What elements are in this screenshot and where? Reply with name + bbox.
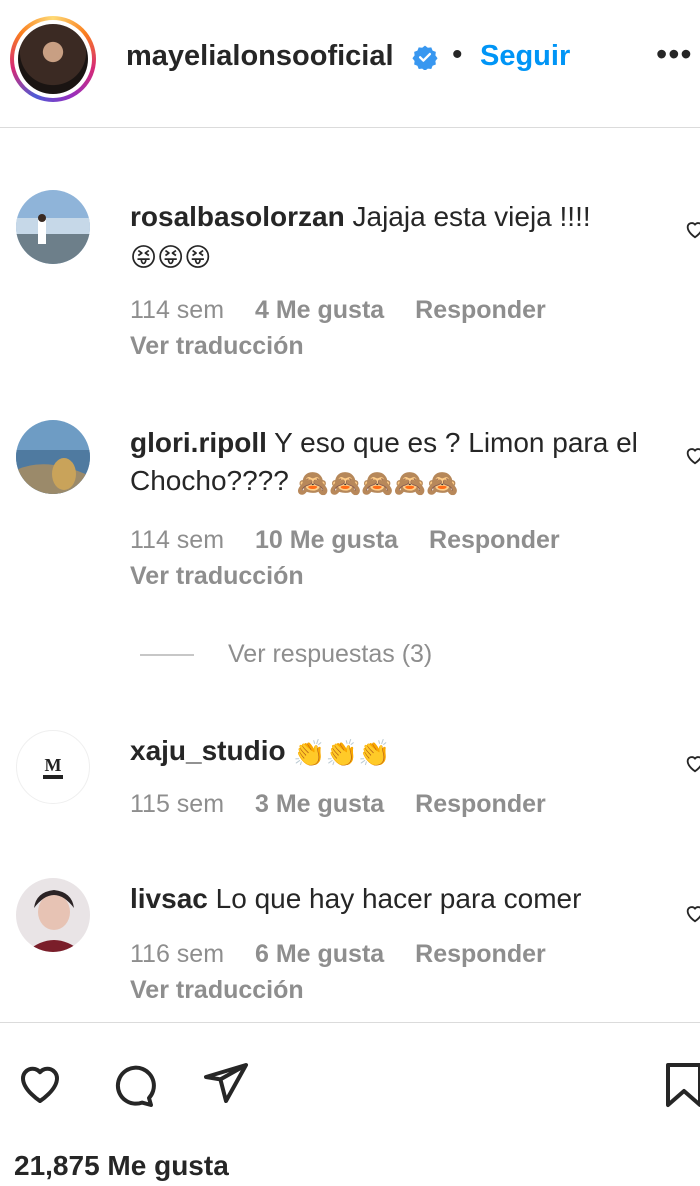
comment-username[interactable]: rosalbasolorzan — [130, 201, 345, 232]
comment-icon[interactable] — [108, 1061, 156, 1109]
comment-username[interactable]: glori.ripoll — [130, 427, 267, 458]
separator-dot: • — [452, 38, 463, 71]
comment-text: xaju_studio 👏👏👏 — [130, 732, 650, 772]
translate-link[interactable]: Ver traducción — [130, 332, 304, 361]
profile-avatar[interactable] — [10, 16, 96, 102]
likes-count[interactable]: 21,875 Me gusta — [14, 1150, 229, 1182]
commenter-avatar[interactable] — [16, 878, 90, 952]
reply-button[interactable]: Responder — [429, 526, 560, 554]
follow-button[interactable]: Seguir — [480, 40, 570, 73]
verified-badge-icon — [412, 45, 438, 70]
comment-time: 114 sem — [130, 296, 225, 324]
comment-text: rosalbasolorzan Jajaja esta vieja !!!! 😝… — [130, 198, 650, 276]
svg-text:M: M — [45, 755, 62, 775]
more-options-icon[interactable]: ••• — [656, 36, 693, 73]
comment-meta: 115 sem 3 Me gusta Responder — [130, 790, 570, 819]
like-comment-icon[interactable] — [684, 444, 700, 466]
reply-button[interactable]: Responder — [415, 296, 546, 324]
replies-divider — [140, 654, 194, 657]
comment-body: Lo que hay hacer para comer — [215, 883, 582, 914]
comment-time: 115 sem — [130, 790, 225, 818]
view-replies-label: Ver respuestas (3) — [228, 640, 433, 668]
reply-button[interactable]: Responder — [415, 940, 546, 968]
comment-likes[interactable]: 10 Me gusta — [255, 526, 398, 554]
translate-link[interactable]: Ver traducción — [130, 562, 304, 591]
profile-username[interactable]: mayelialonsooficial — [126, 40, 394, 73]
view-replies-button[interactable]: Ver respuestas (3) — [140, 640, 432, 669]
comment-time: 114 sem — [130, 526, 225, 554]
commenter-avatar[interactable] — [16, 190, 90, 264]
like-comment-icon[interactable] — [684, 902, 700, 924]
comment-meta: 116 sem 6 Me gusta Responder — [130, 940, 570, 969]
comment-meta: 114 sem 10 Me gusta Responder — [130, 526, 584, 555]
comment-emoji: 😝😝😝 — [130, 241, 212, 272]
comment-meta: 114 sem 4 Me gusta Responder — [130, 296, 570, 325]
bookmark-icon[interactable] — [660, 1061, 700, 1109]
comment-time: 116 sem — [130, 940, 225, 968]
like-comment-icon[interactable] — [684, 752, 700, 774]
comment-body: Jajaja esta vieja !!!! — [352, 201, 591, 232]
comment-emoji: 🙈🙈🙈🙈🙈 — [296, 467, 459, 498]
comment-text: livsac Lo que hay hacer para comer — [130, 880, 650, 918]
comment-username[interactable]: xaju_studio — [130, 735, 286, 766]
share-icon[interactable] — [202, 1059, 250, 1107]
heart-icon[interactable] — [16, 1059, 64, 1107]
translate-link[interactable]: Ver traducción — [130, 976, 304, 1005]
reply-button[interactable]: Responder — [415, 790, 546, 818]
comment-likes[interactable]: 6 Me gusta — [255, 940, 384, 968]
like-comment-icon[interactable] — [684, 218, 700, 240]
comment-username[interactable]: livsac — [130, 883, 208, 914]
commenter-avatar[interactable] — [16, 420, 90, 494]
comment-text: glori.ripoll Y eso que es ? Limon para e… — [130, 424, 650, 502]
commenter-avatar[interactable]: M — [16, 730, 90, 804]
comment-likes[interactable]: 4 Me gusta — [255, 296, 384, 324]
comment-likes[interactable]: 3 Me gusta — [255, 790, 384, 818]
comment-emoji: 👏👏👏 — [293, 737, 391, 768]
post-header: mayelialonsooficial • Seguir ••• — [0, 0, 700, 128]
